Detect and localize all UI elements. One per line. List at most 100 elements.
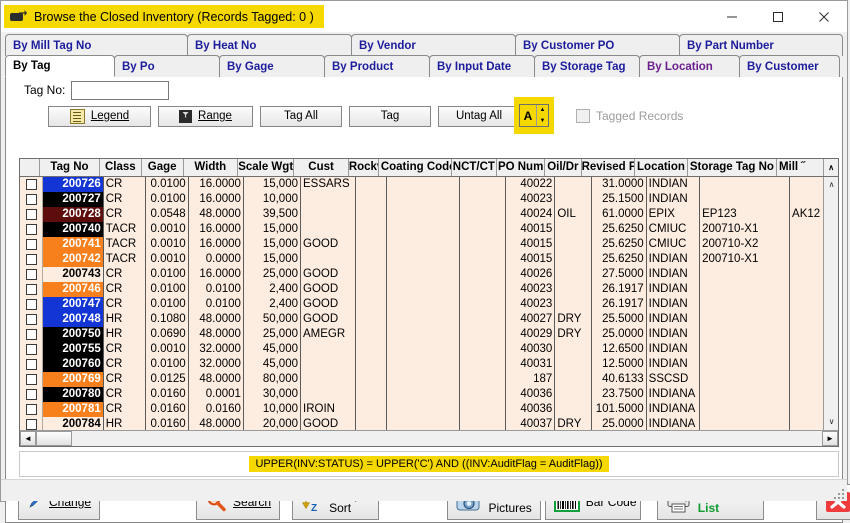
table-row[interactable]: 200784HR0.016048.000020,000GOOD40037DRY2… [20, 417, 838, 430]
grid-header-coating[interactable]: Coating Code [379, 159, 452, 176]
scroll-down-button[interactable]: ∨ [824, 414, 838, 429]
tab-by-mill-tag-no[interactable]: By Mill Tag No [5, 34, 188, 56]
tab-by-input-date[interactable]: By Input Date [429, 55, 535, 77]
grid-header-class[interactable]: Class [100, 159, 142, 176]
range-button[interactable]: Range [158, 106, 253, 127]
table-row[interactable]: 200740TACR0.001016.000015,0004001525.625… [20, 222, 838, 237]
row-tag-checkbox[interactable] [20, 327, 43, 342]
grid-sort-indicator-icon[interactable]: ∧ [824, 159, 838, 176]
row-tag-checkbox[interactable] [20, 312, 43, 327]
spinner-up-icon[interactable]: ▲ [537, 105, 548, 116]
sort-letter-spinner[interactable]: A ▲ ▼ [519, 104, 549, 127]
checkbox-icon[interactable] [26, 239, 37, 250]
checkbox-icon[interactable] [26, 284, 37, 295]
grid-header-tag[interactable]: Tag No [40, 159, 100, 176]
tagged-records-checkbox[interactable]: Tagged Records [576, 109, 683, 123]
grid-header-width[interactable]: Width [184, 159, 238, 176]
scroll-right-button[interactable]: ► [822, 431, 838, 446]
checkbox-icon[interactable] [26, 389, 37, 400]
tab-by-storage-tag[interactable]: By Storage Tag [534, 55, 640, 77]
grid-header-nctct[interactable]: NCT/CT [452, 159, 497, 176]
row-tag-checkbox[interactable] [20, 267, 43, 282]
row-tag-checkbox[interactable] [20, 297, 43, 312]
grid-header-ponum[interactable]: PO Num [497, 159, 545, 176]
tab-by-part-number[interactable]: By Part Number [679, 34, 843, 56]
spinner-down-icon[interactable]: ▼ [537, 116, 548, 127]
row-tag-checkbox[interactable] [20, 252, 43, 267]
row-tag-checkbox[interactable] [20, 222, 43, 237]
tab-by-vendor[interactable]: By Vendor [351, 34, 516, 56]
tab-by-customer[interactable]: By Customer [739, 55, 840, 77]
close-button[interactable] [801, 1, 847, 32]
row-tag-checkbox[interactable] [20, 192, 43, 207]
tab-by-po[interactable]: By Po [114, 55, 220, 77]
table-row[interactable]: 200755CR0.001032.000045,0004003012.6500I… [20, 342, 838, 357]
checkbox-icon[interactable] [26, 329, 37, 340]
checkbox-icon[interactable] [26, 224, 37, 235]
tag-button[interactable]: Tag [349, 106, 431, 127]
grid-header-oildr[interactable]: Oil/Dr [545, 159, 581, 176]
checkbox-icon[interactable] [26, 374, 37, 385]
row-tag-checkbox[interactable] [20, 387, 43, 402]
tab-by-product[interactable]: By Product [324, 55, 430, 77]
grid-header-chk[interactable] [20, 159, 40, 176]
row-tag-checkbox[interactable] [20, 237, 43, 252]
table-row[interactable]: 200728CR0.054848.000039,50040024OIL61.00… [20, 207, 838, 222]
checkbox-icon[interactable] [26, 269, 37, 280]
tag-no-input[interactable] [71, 81, 169, 100]
table-row[interactable]: 200769CR0.012548.000080,00018740.6133SSC… [20, 372, 838, 387]
checkbox-icon[interactable] [26, 179, 37, 190]
table-row[interactable]: 200747CR0.01000.01002,400GOOD4002326.191… [20, 297, 838, 312]
tab-by-tag[interactable]: By Tag [5, 55, 115, 77]
maximize-button[interactable] [755, 1, 801, 32]
scroll-up-button[interactable]: ∧ [824, 177, 838, 192]
grid-header-cust[interactable]: Cust [294, 159, 348, 176]
row-tag-checkbox[interactable] [20, 417, 43, 430]
table-row[interactable]: 200750HR0.069048.000025,000AMEGR40029DRY… [20, 327, 838, 342]
checkbox-icon[interactable] [26, 314, 37, 325]
checkbox-icon[interactable] [26, 359, 37, 370]
checkbox-icon[interactable] [26, 194, 37, 205]
scroll-left-button[interactable]: ◄ [20, 431, 36, 446]
table-row[interactable]: 200781CR0.01600.016010,000IROIN40036101.… [20, 402, 838, 417]
table-row[interactable]: 200780CR0.01600.000130,0004003623.7500IN… [20, 387, 838, 402]
table-row[interactable]: 200743CR0.010016.000025,000GOOD4002627.5… [20, 267, 838, 282]
row-tag-checkbox[interactable] [20, 357, 43, 372]
row-tag-checkbox[interactable] [20, 342, 43, 357]
checkbox-icon[interactable] [26, 254, 37, 265]
hscroll-thumb[interactable] [36, 431, 72, 446]
tab-by-gage[interactable]: By Gage [219, 55, 325, 77]
tab-by-location[interactable]: By Location [639, 55, 740, 77]
horizontal-scrollbar[interactable]: ◄ ► [20, 430, 838, 446]
row-tag-checkbox[interactable] [20, 372, 43, 387]
legend-button[interactable]: Legend [48, 106, 151, 127]
row-tag-checkbox[interactable] [20, 177, 43, 192]
grid-header-revised[interactable]: Revised F [582, 159, 636, 176]
checkbox-icon[interactable] [26, 419, 37, 430]
checkbox-icon[interactable] [576, 109, 590, 123]
checkbox-icon[interactable] [26, 299, 37, 310]
tab-by-heat-no[interactable]: By Heat No [187, 34, 352, 56]
row-tag-checkbox[interactable] [20, 207, 43, 222]
table-row[interactable]: 200746CR0.01000.01002,400GOOD4002326.191… [20, 282, 838, 297]
row-tag-checkbox[interactable] [20, 282, 43, 297]
untag-all-button[interactable]: Untag All [438, 106, 520, 127]
checkbox-icon[interactable] [26, 209, 37, 220]
grid-header-gage[interactable]: Gage [142, 159, 184, 176]
grid-header-location[interactable]: Location [635, 159, 688, 176]
spinner-arrows[interactable]: ▲ ▼ [536, 105, 548, 126]
resize-grip[interactable] [832, 487, 844, 499]
table-row[interactable]: 200741TACR0.001016.000015,000GOOD4001525… [20, 237, 838, 252]
grid-header-storage[interactable]: Storage Tag No [688, 159, 777, 176]
minimize-button[interactable] [709, 1, 755, 32]
table-row[interactable]: 200727CR0.010016.000010,0004002325.1500I… [20, 192, 838, 207]
row-tag-checkbox[interactable] [20, 402, 43, 417]
table-row[interactable]: 200726CR0.010016.000015,000ESSARS4002231… [20, 177, 838, 192]
table-row[interactable]: 200742TACR0.00100.000015,0004001525.6250… [20, 252, 838, 267]
table-row[interactable]: 200760CR0.010032.000045,0004003112.5000I… [20, 357, 838, 372]
checkbox-icon[interactable] [26, 404, 37, 415]
tab-by-customer-po[interactable]: By Customer PO [515, 34, 680, 56]
table-row[interactable]: 200748HR0.108048.000050,000GOOD40027DRY2… [20, 312, 838, 327]
grid-header-rockwell[interactable]: Rockv [349, 159, 379, 176]
checkbox-icon[interactable] [26, 344, 37, 355]
